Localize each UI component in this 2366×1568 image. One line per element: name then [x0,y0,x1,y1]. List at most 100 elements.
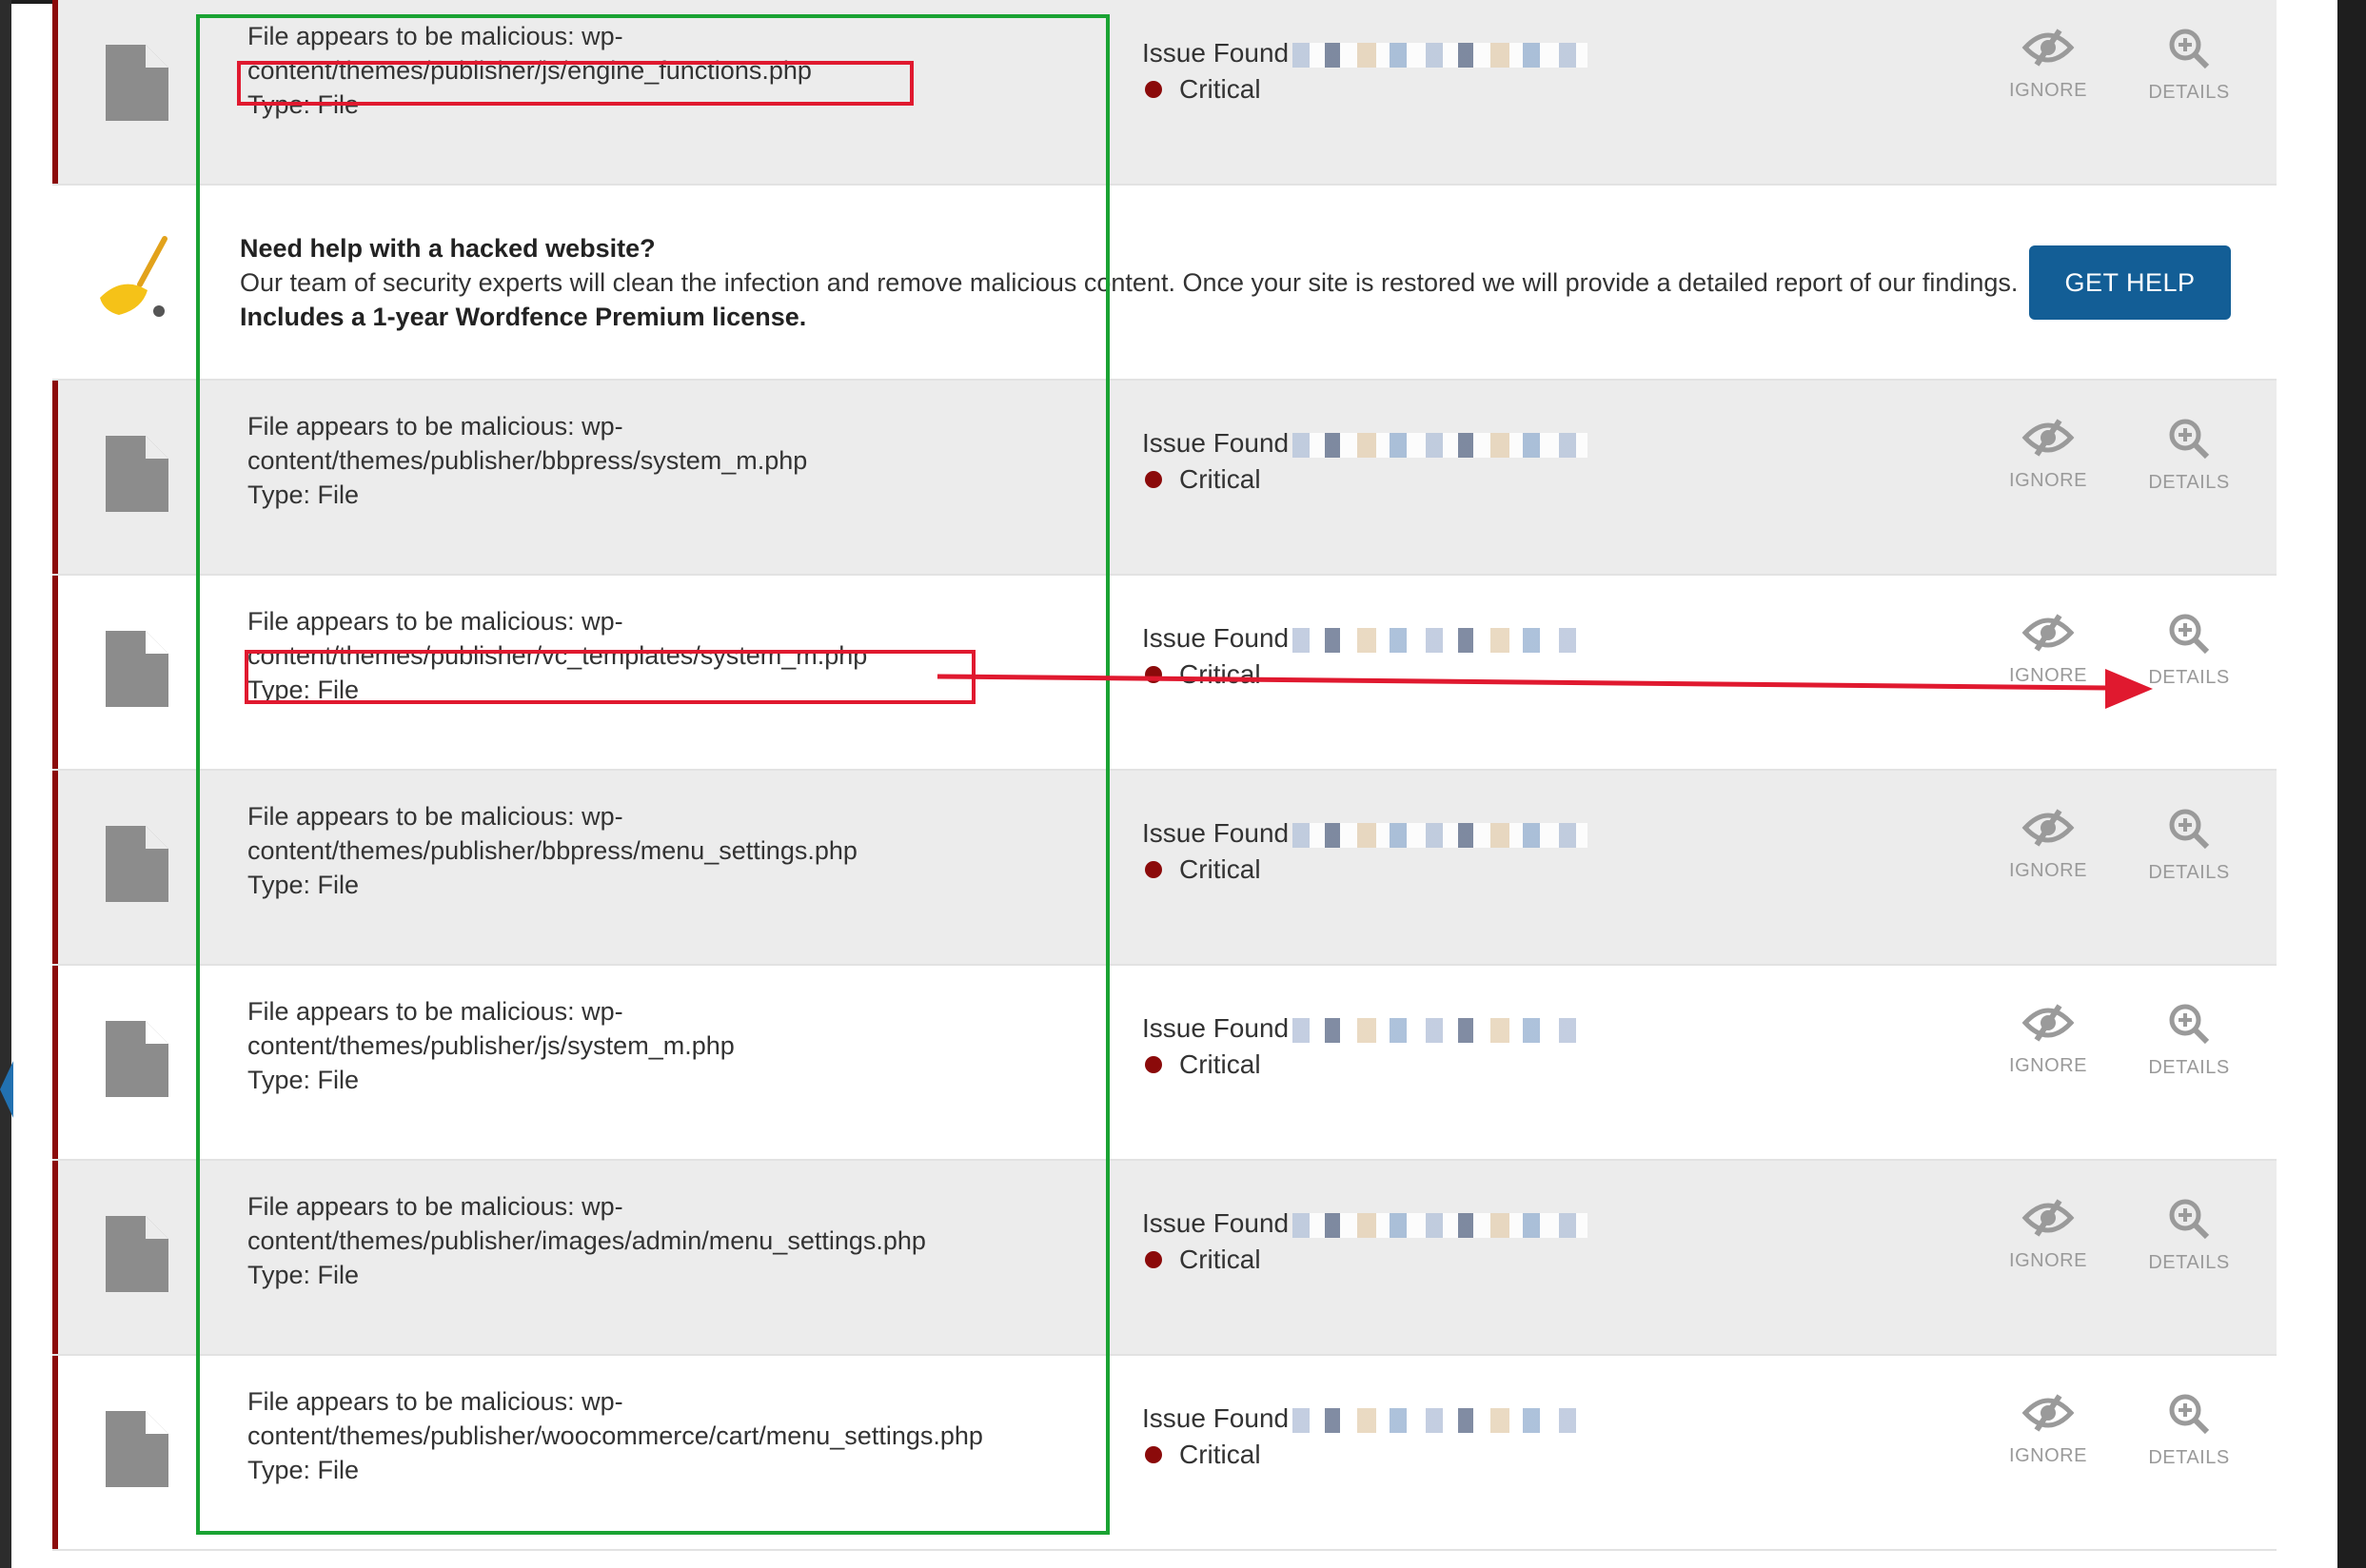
zoom-in-icon [2169,614,2210,655]
zoom-in-icon [2169,419,2210,460]
severity-label: Critical [1179,1245,1261,1274]
eye-slash-icon [2021,29,2075,67]
severity-bar [52,1161,58,1354]
ignore-label: IGNORE [2009,1055,2087,1076]
severity-label: Critical [1179,1049,1261,1079]
right-gutter [2277,0,2337,1568]
get-help-button[interactable]: GET HELP [2029,245,2231,320]
broom-icon [100,236,168,317]
zoom-in-icon [2169,1394,2210,1435]
issue-status: Issue Found Critical [1142,1206,1588,1277]
eye-slash-icon [2021,1199,2075,1237]
ignore-label: IGNORE [2009,80,2087,101]
severity-bar [52,1356,58,1549]
admin-sidebar-edge [0,0,11,1568]
severity-bar [52,771,58,964]
ignore-label: IGNORE [2009,665,2087,686]
details-label: DETAILS [2148,472,2230,493]
redacted-date [1292,1407,1588,1433]
file-icon [106,1411,168,1487]
redacted-date [1292,1212,1588,1238]
severity-label: Critical [1179,74,1261,104]
file-icon [106,436,168,512]
details-label: DETAILS [2148,1252,2230,1273]
severity-bar [52,966,58,1159]
status-label: Issue Found [1142,1013,1290,1043]
file-icon [106,45,168,121]
ignore-button[interactable]: IGNORE [1996,807,2100,882]
ignore-button[interactable]: IGNORE [1996,1197,2100,1272]
red-highlight-box [237,61,914,106]
issue-status: Issue Found Critical [1142,621,1588,692]
redacted-date [1292,822,1588,848]
redacted-date [1292,627,1588,653]
eye-slash-icon [2021,419,2075,457]
status-label: Issue Found [1142,1403,1290,1433]
zoom-in-icon [2169,29,2210,69]
critical-dot-icon [1145,1056,1162,1073]
eye-slash-icon [2021,809,2075,847]
right-edge [2337,0,2366,1568]
critical-dot-icon [1145,471,1162,488]
critical-dot-icon [1145,81,1162,98]
eye-slash-icon [2021,614,2075,652]
details-button[interactable]: DETAILS [2137,27,2241,104]
details-button[interactable]: DETAILS [2137,807,2241,884]
issue-status: Issue Found Critical [1142,426,1588,497]
critical-dot-icon [1145,666,1162,683]
details-button[interactable]: DETAILS [2137,612,2241,689]
redacted-date [1292,1017,1588,1043]
details-label: DETAILS [2148,862,2230,883]
severity-label: Critical [1179,854,1261,884]
status-label: Issue Found [1142,38,1290,68]
red-highlight-box [245,650,976,704]
ignore-button[interactable]: IGNORE [1996,27,2100,102]
severity-label: Critical [1179,1440,1261,1469]
details-button[interactable]: DETAILS [2137,1002,2241,1079]
file-icon [106,631,168,707]
issue-status: Issue Found Critical [1142,1401,1588,1472]
status-label: Issue Found [1142,428,1290,458]
details-button[interactable]: DETAILS [2137,1197,2241,1274]
severity-bar [52,576,58,769]
eye-slash-icon [2021,1004,2075,1042]
ignore-button[interactable]: IGNORE [1996,417,2100,492]
details-label: DETAILS [2148,667,2230,688]
critical-dot-icon [1145,861,1162,878]
zoom-in-icon [2169,1004,2210,1045]
details-label: DETAILS [2148,1447,2230,1468]
severity-label: Critical [1179,659,1261,689]
severity-bar [52,381,58,574]
ignore-label: IGNORE [2009,1445,2087,1466]
ignore-button[interactable]: IGNORE [1996,612,2100,687]
file-icon [106,1216,168,1292]
issue-status: Issue Found Critical [1142,816,1588,887]
details-button[interactable]: DETAILS [2137,417,2241,494]
critical-dot-icon [1145,1251,1162,1268]
status-label: Issue Found [1142,818,1290,848]
status-label: Issue Found [1142,623,1290,653]
status-label: Issue Found [1142,1208,1290,1238]
ignore-button[interactable]: IGNORE [1996,1002,2100,1077]
sidebar-collapse-tab[interactable] [0,1061,13,1118]
ignore-label: IGNORE [2009,1250,2087,1271]
ignore-button[interactable]: IGNORE [1996,1392,2100,1467]
file-icon [106,826,168,902]
issue-status: Issue Found Critical [1142,36,1588,107]
green-highlight-box [196,14,1110,1535]
redacted-date [1292,432,1588,458]
details-label: DETAILS [2148,82,2230,103]
critical-dot-icon [1145,1446,1162,1463]
severity-bar [52,0,58,184]
details-label: DETAILS [2148,1057,2230,1078]
issue-status: Issue Found Critical [1142,1011,1588,1082]
details-button[interactable]: DETAILS [2137,1392,2241,1469]
file-icon [106,1021,168,1097]
severity-label: Critical [1179,464,1261,494]
zoom-in-icon [2169,1199,2210,1240]
ignore-label: IGNORE [2009,860,2087,881]
ignore-label: IGNORE [2009,470,2087,491]
zoom-in-icon [2169,809,2210,850]
eye-slash-icon [2021,1394,2075,1432]
redacted-date [1292,42,1588,68]
